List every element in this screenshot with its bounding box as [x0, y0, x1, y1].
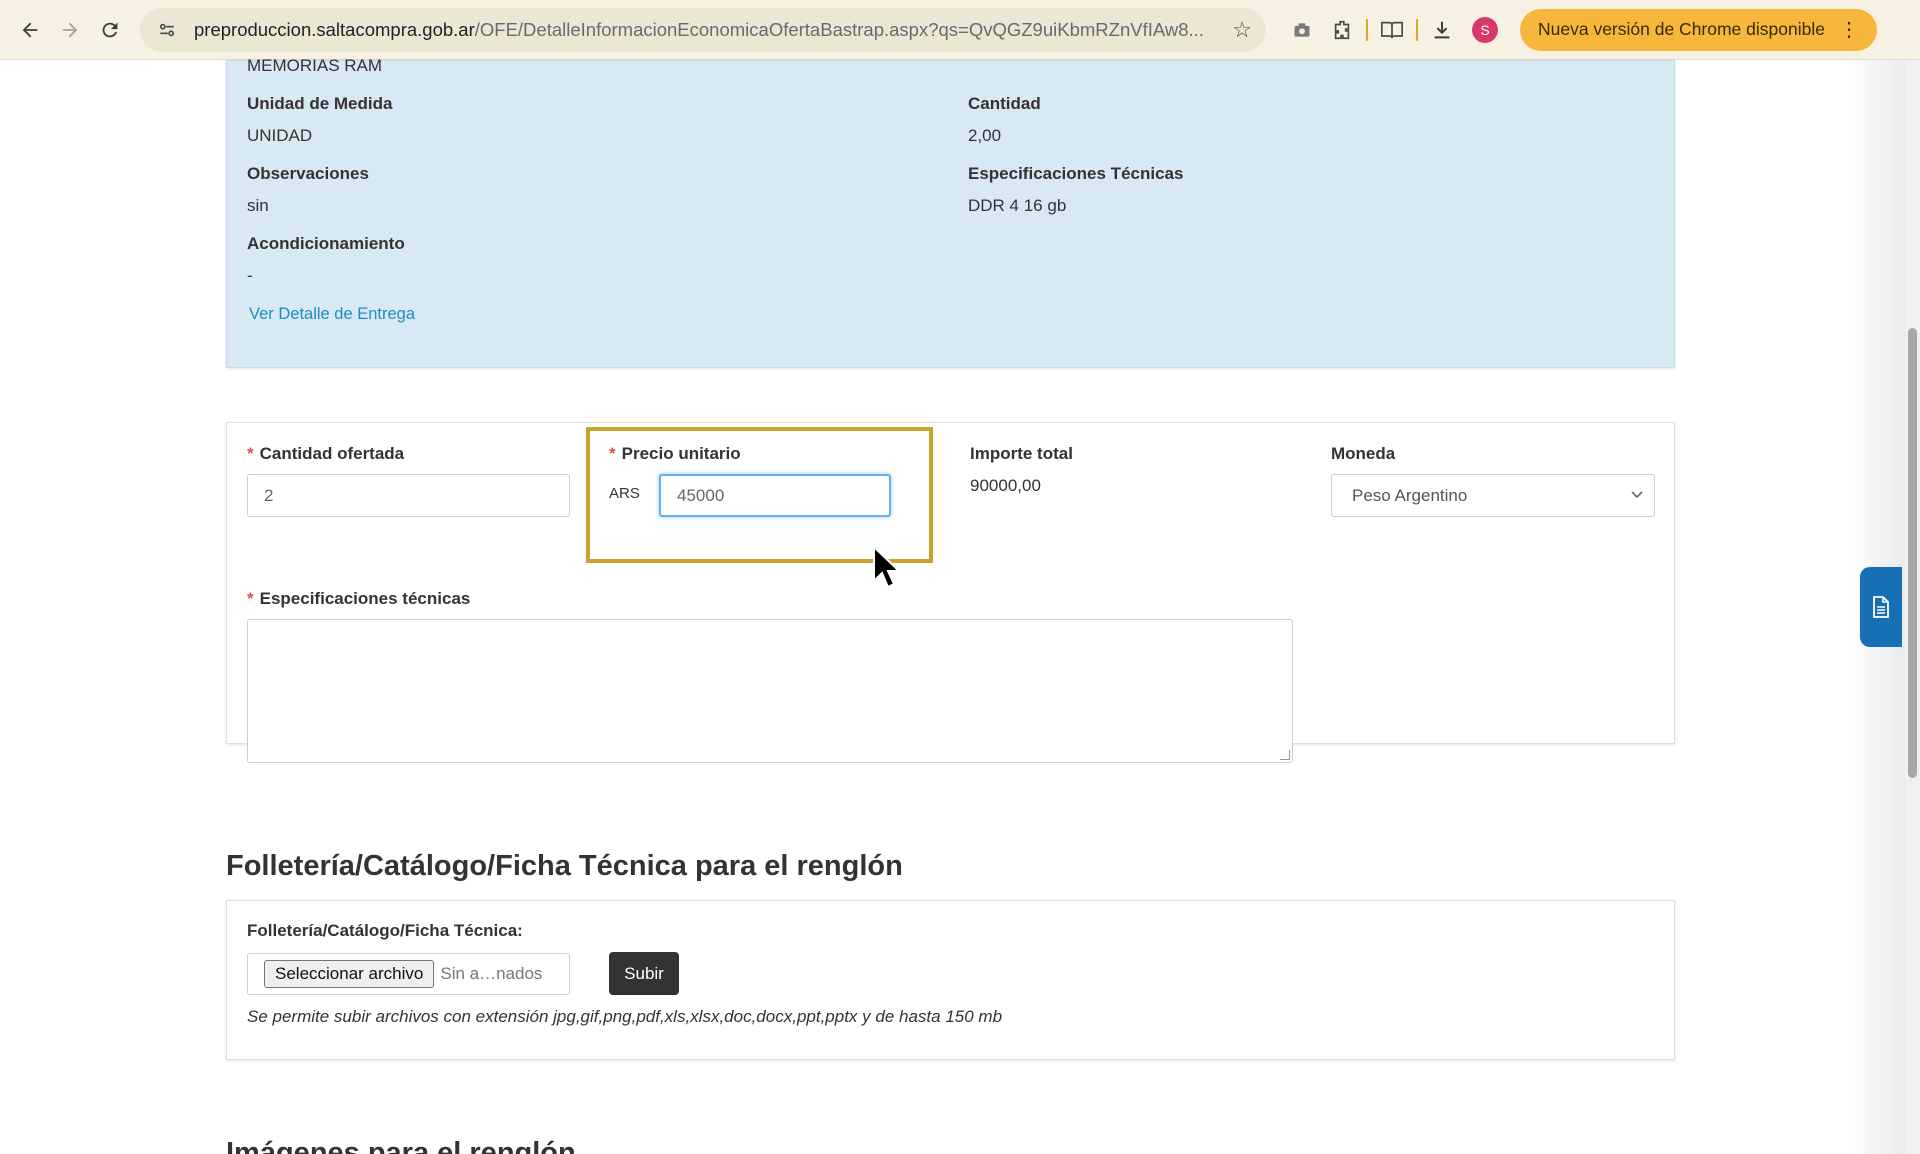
chevron-down-icon [1630, 487, 1644, 504]
moneda-selected-value: Peso Argentino [1352, 485, 1468, 505]
toolbar-separator [1366, 18, 1368, 41]
download-icon[interactable] [1422, 10, 1462, 50]
resize-handle[interactable] [1280, 750, 1290, 760]
back-arrow-icon[interactable] [10, 10, 50, 50]
importe-total-value: 90000,00 [970, 476, 1041, 495]
chrome-update-button[interactable]: Nueva versión de Chrome disponible ⋮ [1520, 8, 1877, 51]
precio-unitario-input[interactable]: 45000 [659, 474, 891, 517]
profile-avatar[interactable]: S [1472, 16, 1498, 43]
url-text[interactable]: preproduccion.saltacompra.gob.ar/OFE/Det… [194, 19, 1222, 41]
especificaciones-value: DDR 4 16 gb [968, 196, 1067, 215]
file-input[interactable]: Seleccionar archivo Sin a…nados [247, 953, 570, 995]
address-bar[interactable]: preproduccion.saltacompra.gob.ar/OFE/Det… [140, 7, 1266, 52]
acondicionamiento-value: - [247, 266, 253, 285]
cantidad-value: 2,00 [968, 126, 1002, 145]
precio-unitario-label: * Precio unitario [609, 444, 741, 464]
file-status: Sin a…nados [440, 964, 543, 983]
extensions-icon[interactable] [1322, 10, 1362, 50]
file-hint: Se permite subir archivos con extensión … [247, 1007, 1003, 1026]
product-name: MEMORIAS RAM [247, 56, 383, 75]
unidad-label: Unidad de Medida [247, 94, 393, 113]
scrollbar-thumb[interactable] [1908, 328, 1917, 778]
upload-button[interactable]: Subir [609, 952, 679, 995]
observaciones-label: Observaciones [247, 164, 369, 183]
especificaciones-tecnicas-label-text: Especificaciones técnicas [259, 589, 471, 608]
currency-prefix: ARS [609, 485, 640, 502]
required-asterisk: * [247, 589, 254, 608]
url-host: preproduccion.saltacompra.gob.ar [194, 18, 475, 40]
observaciones-value: sin [247, 196, 269, 215]
url-path: /OFE/DetalleInformacionEconomicaOfertaBa… [474, 18, 1204, 40]
moneda-select[interactable]: Peso Argentino [1331, 474, 1655, 517]
screenshot-icon[interactable] [1282, 10, 1322, 50]
imagenes-section-title: Imágenes para el renglón [226, 1137, 576, 1154]
page-scrollbar[interactable] [1905, 60, 1920, 1154]
folleteria-field-label: Folletería/Catálogo/Ficha Técnica: [247, 921, 523, 940]
mouse-cursor-icon [872, 544, 902, 593]
offer-form-panel: * Cantidad ofertada 2 * Precio unitario AR… [226, 422, 1675, 763]
reading-list-icon[interactable] [1372, 10, 1412, 50]
toolbar-separator [1416, 18, 1418, 41]
cantidad-ofertada-label-text: Cantidad ofertada [259, 444, 405, 463]
especificaciones-tecnicas-textarea[interactable] [247, 619, 1293, 763]
reload-icon[interactable] [90, 10, 130, 50]
document-icon[interactable] [1860, 567, 1902, 647]
folleteria-section-title: Folletería/Catálogo/Ficha Técnica para e… [226, 850, 903, 882]
menu-dots-icon[interactable]: ⋮ [1839, 17, 1859, 42]
moneda-label: Moneda [1331, 444, 1396, 463]
update-label: Nueva versión de Chrome disponible [1538, 19, 1825, 39]
browser-toolbar: preproduccion.saltacompra.gob.ar/OFE/Det… [0, 0, 1920, 60]
especificaciones-tecnicas-label: * Especificaciones técnicas [247, 589, 470, 609]
site-info-icon[interactable] [154, 17, 180, 43]
required-asterisk: * [609, 444, 616, 463]
cantidad-ofertada-input[interactable]: 2 [247, 474, 570, 517]
forward-arrow-icon[interactable] [50, 10, 90, 50]
choose-file-button[interactable]: Seleccionar archivo [264, 960, 435, 988]
acondicionamiento-label: Acondicionamiento [247, 234, 405, 253]
cantidad-label: Cantidad [968, 94, 1041, 113]
item-info-panel: MEMORIAS RAM Unidad de Medida UNIDAD Can… [226, 56, 1675, 368]
ver-detalle-entrega-link[interactable]: Ver Detalle de Entrega [249, 305, 415, 324]
cantidad-ofertada-label: * Cantidad ofertada [247, 444, 404, 464]
unidad-value: UNIDAD [247, 126, 313, 145]
star-icon[interactable]: ☆ [1232, 17, 1252, 43]
page-content: MEMORIAS RAM Unidad de Medida UNIDAD Can… [0, 56, 1905, 1154]
importe-total-label: Importe total [970, 444, 1073, 463]
folleteria-panel: Folletería/Catálogo/Ficha Técnica: Selec… [226, 900, 1675, 1060]
required-asterisk: * [247, 444, 254, 463]
especificaciones-label: Especificaciones Técnicas [968, 164, 1184, 183]
precio-unitario-label-text: Precio unitario [621, 444, 741, 463]
